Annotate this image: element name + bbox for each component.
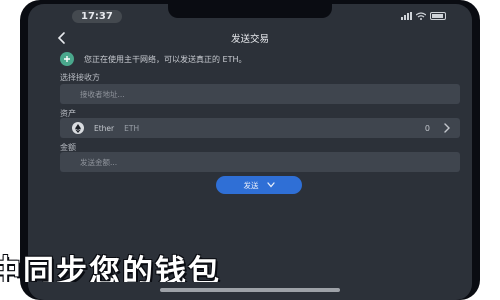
asset-selector[interactable]: Ether ETH 0 (60, 118, 460, 138)
status-bar: 17:37 (28, 4, 472, 26)
notice-text: 您正在使用主干网络，可以发送真正的 ETH。 (84, 54, 247, 64)
home-indicator (160, 288, 340, 292)
phone-notch (168, 4, 332, 18)
status-time: 17:37 (72, 10, 122, 23)
recipient-address-input[interactable]: 接收者地址... (60, 84, 460, 104)
plus-icon (60, 52, 74, 66)
send-button-label: 发送 (243, 180, 259, 190)
chevron-right-icon (444, 123, 450, 133)
status-icons (401, 12, 446, 20)
signal-icon (401, 12, 412, 20)
asset-name: Ether (94, 123, 115, 133)
chevron-down-icon (266, 182, 275, 188)
nav-bar: 发送交易 (28, 28, 472, 48)
asset-balance: 0 (424, 123, 430, 133)
overlay-caption: 中同步您的钱包 (0, 254, 221, 282)
battery-icon (430, 12, 446, 20)
recipient-label: 选择接收方 (60, 73, 100, 82)
send-button[interactable]: 发送 (216, 176, 302, 194)
page-title: 发送交易 (230, 34, 269, 45)
network-notice: 您正在使用主干网络，可以发送真正的 ETH。 (60, 50, 460, 68)
asset-symbol: ETH (124, 123, 140, 133)
amount-input[interactable]: 发送金额... (60, 152, 460, 172)
wifi-icon (416, 12, 426, 20)
ethereum-icon (72, 122, 84, 134)
